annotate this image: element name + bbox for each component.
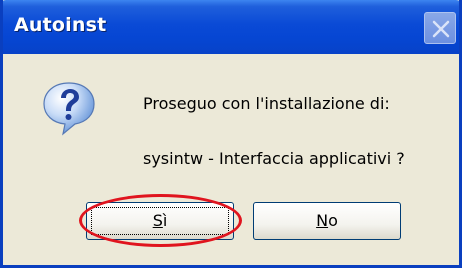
message-line-1: Proseguo con l'installazione di:	[143, 94, 390, 113]
no-button-label-suffix: o	[328, 211, 338, 230]
dialog-window: Autoinst Proseguo con l'installazione di…	[0, 0, 462, 268]
yes-button-label: Sì	[153, 211, 168, 230]
no-button-mnemonic: N	[316, 211, 329, 230]
title-bar[interactable]: Autoinst	[3, 0, 459, 54]
window-title: Autoinst	[14, 14, 107, 36]
close-icon	[432, 20, 450, 38]
close-button[interactable]	[424, 12, 456, 44]
yes-button[interactable]: Sì	[86, 202, 234, 240]
yes-button-label-suffix: ì	[162, 211, 168, 230]
no-button-label: No	[316, 211, 338, 230]
no-button[interactable]: No	[253, 202, 401, 240]
yes-button-mnemonic: S	[152, 211, 163, 230]
message-line-2: sysintw - Interfaccia applicativi ?	[143, 149, 405, 168]
question-icon	[43, 82, 95, 136]
